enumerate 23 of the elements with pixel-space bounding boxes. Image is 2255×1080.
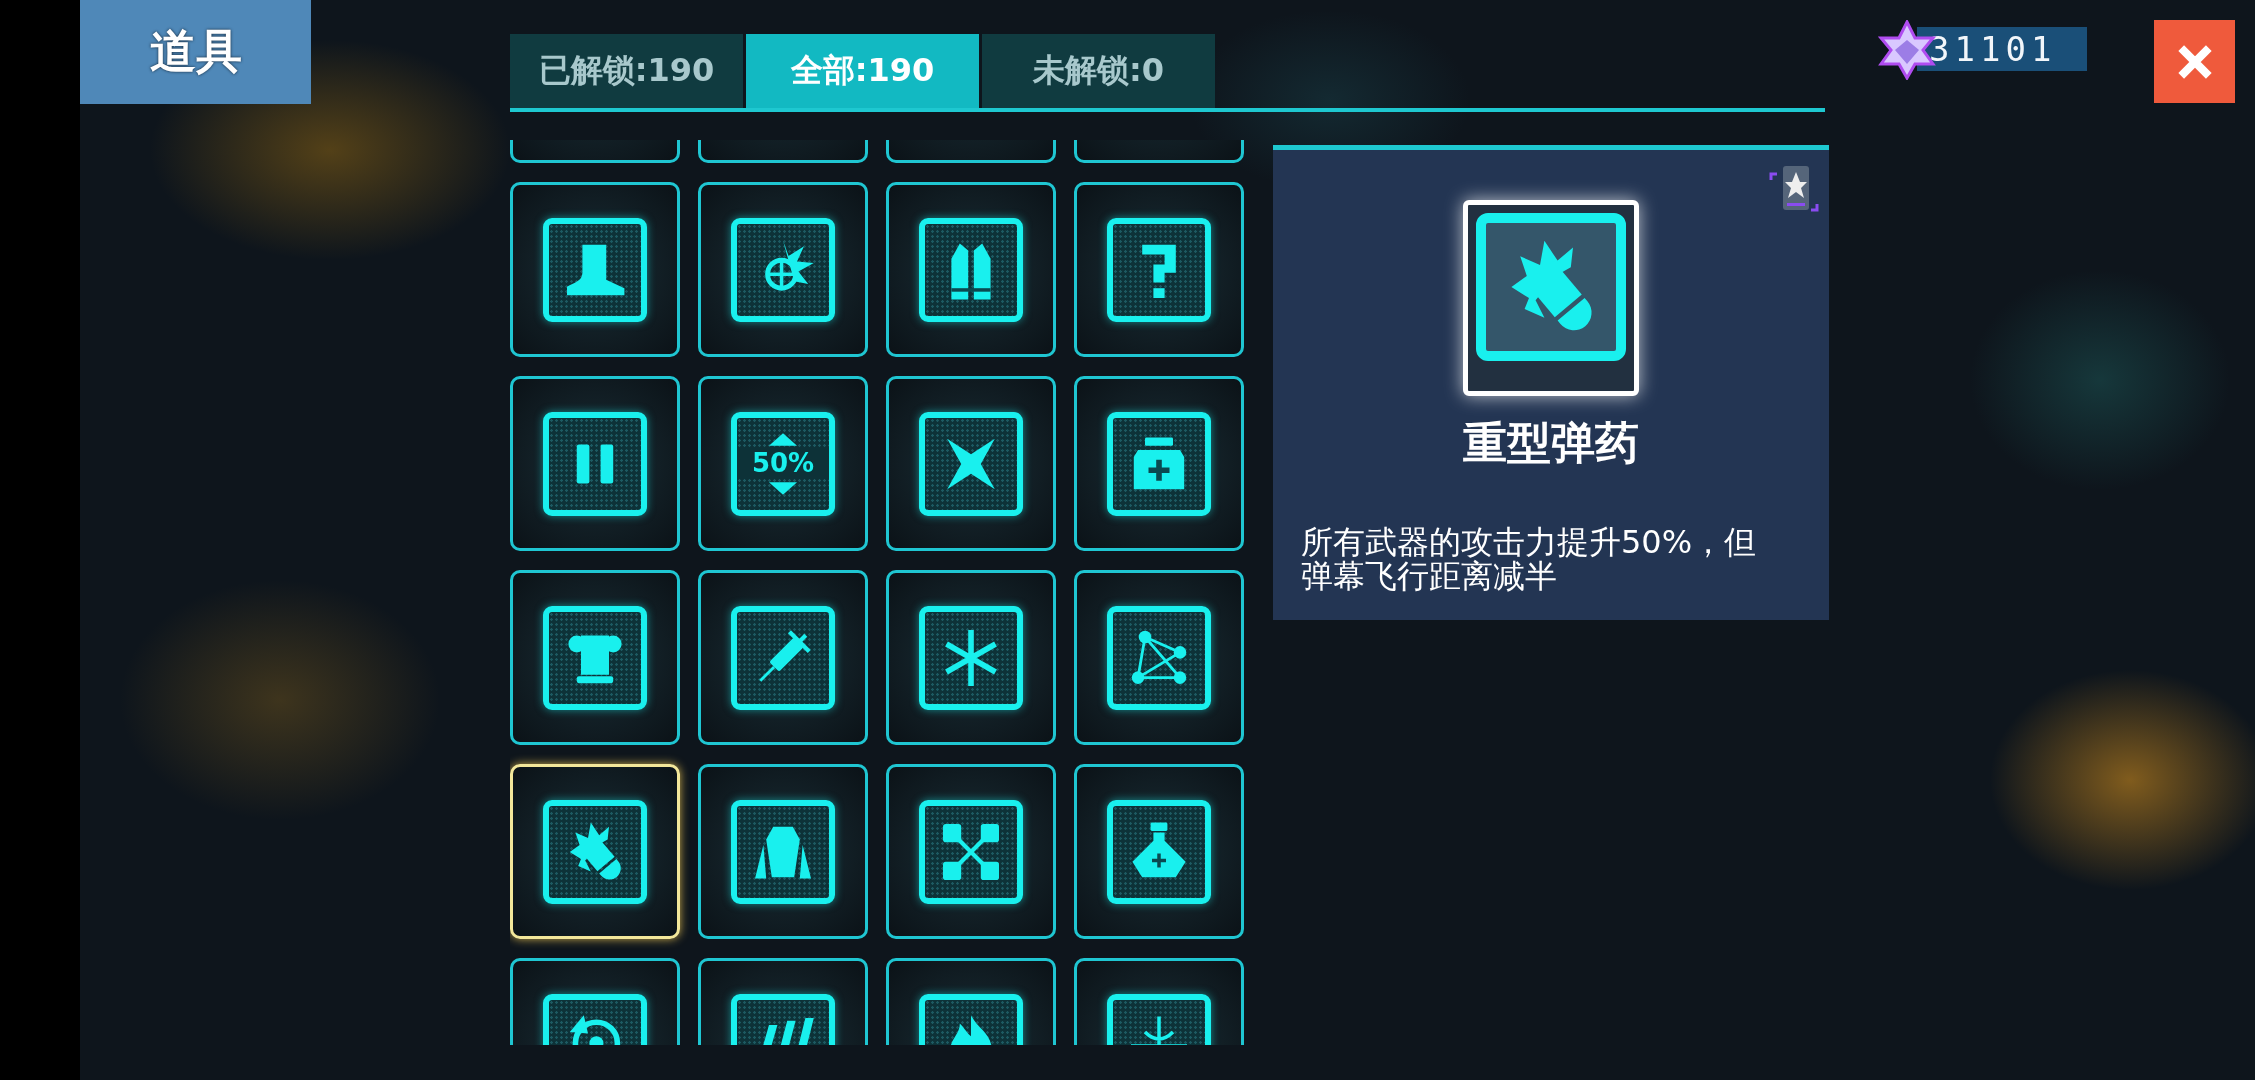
filter-tab[interactable]: 未解锁:0	[982, 34, 1215, 108]
item-tile[interactable]	[510, 182, 680, 357]
item-tile[interactable]	[886, 764, 1056, 939]
item-tile[interactable]	[1074, 182, 1244, 357]
item-tile[interactable]	[1074, 570, 1244, 745]
item-tile[interactable]	[510, 376, 680, 551]
filter-tab[interactable]: 已解锁:190	[510, 34, 743, 108]
item-tile[interactable]	[1074, 376, 1244, 551]
page-title: 道具	[80, 0, 311, 104]
item-tile[interactable]	[698, 182, 868, 357]
item-description: 所有武器的攻击力提升50%，但弹幕飞行距离减半	[1300, 525, 1758, 593]
item-name: 重型弹药	[1463, 416, 1639, 470]
item-tile[interactable]	[886, 182, 1056, 357]
item-tile[interactable]	[1074, 764, 1244, 939]
item-tile[interactable]	[886, 376, 1056, 551]
item-tile[interactable]	[886, 570, 1056, 745]
item-tile[interactable]	[510, 570, 680, 745]
currency-amount: 31101	[1917, 27, 2087, 71]
item-tile[interactable]	[698, 764, 868, 939]
percent-label: 50%	[737, 447, 829, 478]
close-button[interactable]	[2154, 20, 2235, 103]
item-tile[interactable]: 50%	[698, 376, 868, 551]
item-tile[interactable]	[698, 570, 868, 745]
